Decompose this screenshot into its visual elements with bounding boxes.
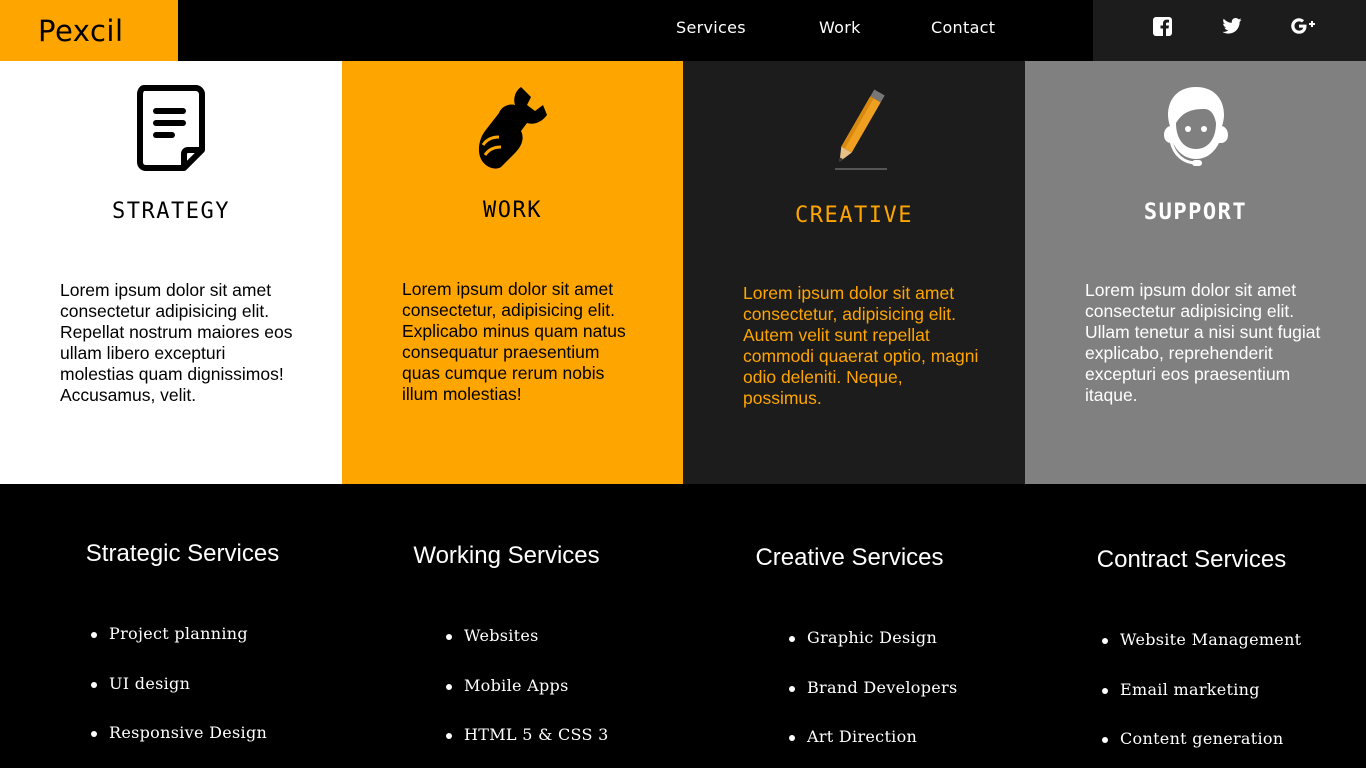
nav-link-contact[interactable]: Contact bbox=[931, 18, 995, 37]
services-column-working: Working Services Websites Mobile Apps HT… bbox=[336, 484, 677, 768]
site-logo[interactable]: Pexcil bbox=[38, 14, 124, 48]
feature-panel-support: SUPPORT Lorem ipsum dolor sit amet conse… bbox=[1025, 61, 1366, 484]
feature-text: Lorem ipsum dolor sit amet consectetur a… bbox=[1085, 280, 1321, 405]
feature-text: Lorem ipsum dolor sit amet consectetur a… bbox=[60, 280, 293, 405]
list-item[interactable]: Graphic Design bbox=[789, 628, 958, 678]
list-item[interactable]: Email marketing bbox=[1102, 680, 1301, 730]
feature-title: CREATIVE bbox=[795, 203, 913, 228]
feature-panel-work: WORK Lorem ipsum dolor sit amet consecte… bbox=[342, 61, 683, 484]
document-icon bbox=[131, 83, 211, 173]
site-header: Pexcil Services Work Contact bbox=[0, 0, 1366, 61]
services-list: Graphic Design Brand Developers Art Dire… bbox=[789, 628, 958, 768]
services-heading: Strategic Services bbox=[85, 540, 280, 567]
google-plus-icon[interactable] bbox=[1289, 15, 1319, 37]
pencil-icon bbox=[814, 83, 894, 173]
list-item[interactable]: Brand Developers bbox=[789, 678, 958, 728]
feature-panel-creative: CREATIVE Lorem ipsum dolor sit amet cons… bbox=[683, 61, 1025, 484]
twitter-icon[interactable] bbox=[1217, 15, 1247, 37]
headset-support-icon bbox=[1156, 83, 1236, 173]
list-item[interactable]: Project planning bbox=[91, 624, 267, 674]
nav-link-work[interactable]: Work bbox=[819, 18, 861, 37]
list-item[interactable]: Content generation bbox=[1102, 729, 1301, 768]
social-links bbox=[1093, 0, 1366, 61]
feature-text: Lorem ipsum dolor sit amet consectetur, … bbox=[402, 279, 626, 404]
list-item[interactable]: Websites bbox=[446, 626, 609, 676]
wrench-hand-icon bbox=[473, 83, 553, 173]
services-column-contract: Contract Services Website Management Ema… bbox=[1021, 484, 1362, 768]
services-column-strategic: Strategic Services Project planning UI d… bbox=[12, 484, 353, 768]
feature-title: SUPPORT bbox=[1143, 200, 1248, 225]
list-item[interactable]: Website Management bbox=[1102, 630, 1301, 680]
feature-panel-strategy: STRATEGY Lorem ipsum dolor sit amet cons… bbox=[0, 61, 342, 484]
nav-link-services[interactable]: Services bbox=[676, 18, 746, 37]
list-item[interactable]: HTML 5 & CSS 3 bbox=[446, 725, 609, 768]
services-heading: Working Services bbox=[413, 542, 600, 569]
feature-text: Lorem ipsum dolor sit amet consectetur, … bbox=[743, 283, 979, 408]
feature-title: WORK bbox=[483, 198, 542, 223]
facebook-icon[interactable] bbox=[1147, 15, 1177, 37]
services-list: Project planning UI design Responsive De… bbox=[91, 624, 267, 768]
list-item[interactable]: Mobile Apps bbox=[446, 676, 609, 726]
list-item[interactable]: Art Direction bbox=[789, 727, 958, 768]
services-heading: Creative Services bbox=[755, 544, 944, 571]
list-item[interactable]: Responsive Design bbox=[91, 723, 267, 768]
logo-box[interactable]: Pexcil bbox=[0, 0, 178, 61]
services-heading: Contract Services bbox=[1096, 546, 1287, 573]
services-list: Websites Mobile Apps HTML 5 & CSS 3 bbox=[446, 626, 609, 768]
feature-title: STRATEGY bbox=[112, 199, 230, 224]
services-column-creative: Creative Services Graphic Design Brand D… bbox=[679, 484, 1020, 768]
list-item[interactable]: UI design bbox=[91, 674, 267, 724]
services-list: Website Management Email marketing Conte… bbox=[1102, 630, 1301, 768]
